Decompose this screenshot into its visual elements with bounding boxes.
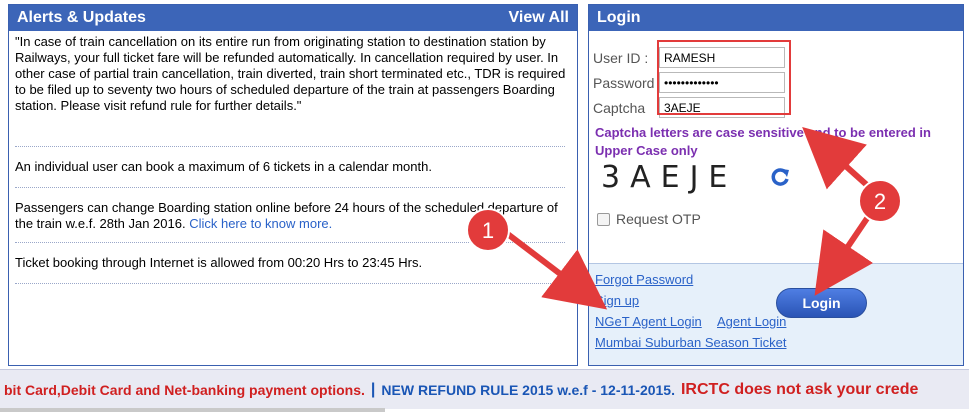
ticker-text-2: NEW REFUND RULE 2015 w.e.f - 12-11-2015. xyxy=(381,381,675,398)
request-otp-row[interactable]: Request OTP xyxy=(597,211,701,227)
password-label: Password xyxy=(593,75,655,91)
login-panel: Login User ID : Password Captcha Captcha… xyxy=(588,4,964,366)
know-more-link[interactable]: Click here to know more. xyxy=(189,216,332,231)
login-links: Forgot Password Sign up NGeT Agent Login… xyxy=(589,263,963,365)
otp-checkbox[interactable] xyxy=(597,212,610,226)
login-title: Login xyxy=(597,9,641,26)
alerts-title: Alerts & Updates xyxy=(17,9,146,26)
alert-item: An individual user can book a maximum of… xyxy=(15,159,432,174)
alerts-panel: Alerts & Updates View All "In case of tr… xyxy=(8,4,578,366)
login-header: Login xyxy=(589,5,963,31)
forgot-password-link[interactable]: Forgot Password xyxy=(595,272,693,287)
nget-agent-login-link[interactable]: NGeT Agent Login xyxy=(595,314,702,329)
userid-label: User ID : xyxy=(593,50,649,66)
ticker-text-1: bit Card,Debit Card and Net-banking paym… xyxy=(4,381,365,398)
captcha-image: 3AEJE xyxy=(601,160,738,195)
alerts-header: Alerts & Updates View All xyxy=(9,5,577,31)
agent-login-link[interactable]: Agent Login xyxy=(717,314,786,329)
login-button[interactable]: Login xyxy=(776,288,867,318)
ticker-separator: | xyxy=(370,380,376,398)
login-form: User ID : Password Captcha Captcha lette… xyxy=(589,31,963,263)
highlight-box xyxy=(657,40,791,115)
otp-label: Request OTP xyxy=(616,211,701,227)
alert-item: "In case of train cancellation on its en… xyxy=(15,34,566,113)
alert-item: Ticket booking through Internet is allow… xyxy=(15,255,423,270)
view-all-link[interactable]: View All xyxy=(509,9,569,27)
divider xyxy=(15,283,565,284)
captcha-label: Captcha xyxy=(593,100,646,116)
mumbai-season-ticket-link[interactable]: Mumbai Suburban Season Ticket xyxy=(595,335,787,350)
alerts-list: "In case of train cancellation on its en… xyxy=(9,31,577,365)
ticker-text-3: IRCTC does not ask your crede xyxy=(680,380,919,398)
captcha-note: Captcha letters are case sensitive and t… xyxy=(595,125,931,158)
bottom-strip xyxy=(0,408,385,412)
refresh-icon[interactable] xyxy=(769,166,791,188)
alert-item: Passengers can change Boarding station o… xyxy=(15,200,571,232)
sign-up-link[interactable]: Sign up xyxy=(595,293,639,308)
news-ticker: bit Card,Debit Card and Net-banking paym… xyxy=(0,369,969,409)
